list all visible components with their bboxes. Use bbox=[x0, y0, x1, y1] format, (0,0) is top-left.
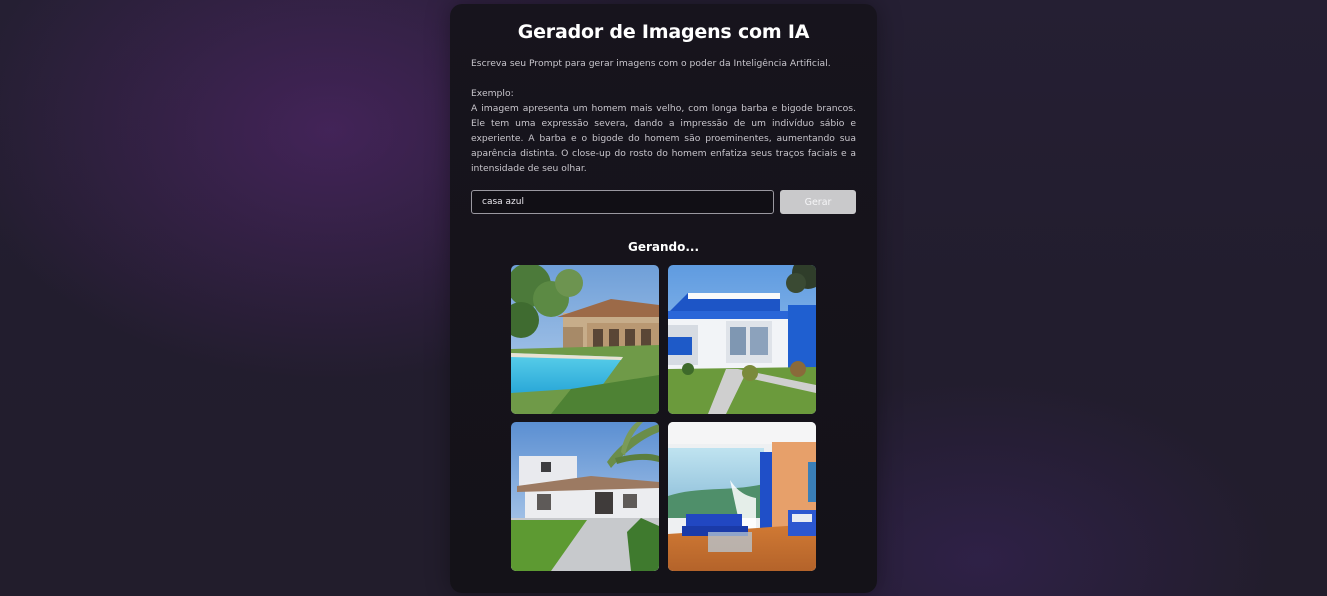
example-text: A imagem apresenta um homem mais velho, … bbox=[471, 103, 856, 174]
generated-image-3[interactable] bbox=[511, 422, 659, 571]
generator-card: Gerador de Imagens com IA Escreva seu Pr… bbox=[450, 4, 877, 593]
example-label: Exemplo: bbox=[471, 88, 514, 99]
generating-status: Gerando... bbox=[627, 240, 700, 254]
house-pool-image bbox=[511, 265, 659, 414]
blue-house-image bbox=[668, 265, 816, 414]
prompt-input[interactable] bbox=[471, 190, 774, 214]
generated-image-1[interactable] bbox=[511, 265, 659, 414]
blue-room-image bbox=[668, 422, 816, 571]
white-villa-image bbox=[511, 422, 659, 571]
generated-image-2[interactable] bbox=[668, 265, 816, 414]
generated-image-4[interactable] bbox=[668, 422, 816, 571]
intro-text: Escreva seu Prompt para gerar imagens co… bbox=[471, 58, 831, 69]
generate-button[interactable]: Gerar bbox=[780, 190, 856, 214]
image-grid bbox=[511, 265, 816, 571]
page-title: Gerador de Imagens com IA bbox=[517, 21, 810, 43]
